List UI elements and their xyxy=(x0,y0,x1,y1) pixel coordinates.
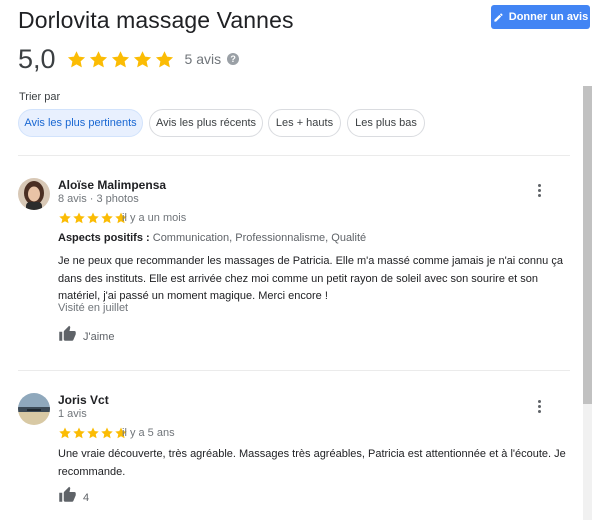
aspects-label: Aspects positifs : xyxy=(58,232,150,244)
review-aspects: Aspects positifs : Communication, Profes… xyxy=(58,232,366,244)
review-stars xyxy=(58,211,128,225)
star-icon xyxy=(67,50,85,67)
scrollbar-thumb[interactable] xyxy=(583,86,592,404)
like-button[interactable]: 4 xyxy=(58,486,89,509)
star-icon xyxy=(87,212,99,224)
star-icon xyxy=(73,212,85,224)
star-icon xyxy=(89,50,107,67)
pencil-icon xyxy=(493,12,504,23)
star-icon xyxy=(59,212,71,224)
more-options-icon[interactable] xyxy=(537,184,541,197)
write-review-button[interactable]: Donner un avis xyxy=(491,5,590,29)
star-icon xyxy=(111,50,129,67)
page-title: Dorlovita massage Vannes xyxy=(18,7,294,33)
sort-chip-relevant[interactable]: Avis les plus pertinents xyxy=(18,109,143,137)
reviewer-meta: 8 avis · 3 photos xyxy=(58,193,139,205)
sort-label: Trier par xyxy=(19,91,61,103)
visit-date: Visité en juillet xyxy=(58,302,129,314)
like-button[interactable]: J'aime xyxy=(58,325,114,348)
sort-chip-recent[interactable]: Avis les plus récents xyxy=(149,109,263,137)
star-icon xyxy=(59,427,71,439)
reviewer-name[interactable]: Joris Vct xyxy=(58,393,109,407)
aspects-value: Communication, Professionnalisme, Qualit… xyxy=(152,232,367,244)
sort-chip-lowest[interactable]: Les plus bas xyxy=(347,109,425,137)
like-label: J'aime xyxy=(83,330,115,343)
review-date: il y a 5 ans xyxy=(122,427,175,439)
star-icon xyxy=(101,427,113,439)
rating-value: 5,0 xyxy=(18,43,56,74)
sort-chip-highest[interactable]: Les + hauts xyxy=(268,109,341,137)
review-text: Une vraie découverte, très agréable. Mas… xyxy=(58,448,566,478)
reviewer-meta: 1 avis xyxy=(58,408,87,420)
thumbs-up-icon xyxy=(58,486,77,509)
star-icon xyxy=(73,427,85,439)
review-stars xyxy=(58,426,128,440)
more-options-icon[interactable] xyxy=(537,400,541,413)
star-icon xyxy=(87,427,99,439)
avatar[interactable] xyxy=(18,178,50,210)
write-review-label: Donner un avis xyxy=(508,11,589,23)
thumbs-up-icon xyxy=(58,325,77,348)
star-icon xyxy=(155,50,173,67)
divider xyxy=(18,155,570,156)
review-text: Je ne peux que recommander les massages … xyxy=(58,255,563,302)
like-count: 4 xyxy=(83,491,90,504)
avatar[interactable] xyxy=(18,393,50,425)
divider xyxy=(18,370,570,371)
review-count[interactable]: 5 avis xyxy=(185,51,222,67)
star-icon xyxy=(101,212,113,224)
overall-rating: 5,0 5 avis ? xyxy=(18,43,240,75)
reviewer-name[interactable]: Aloïse Malimpensa xyxy=(58,178,166,192)
overall-stars xyxy=(66,49,175,70)
star-icon xyxy=(133,50,151,67)
review-date: il y a un mois xyxy=(122,212,187,224)
help-icon[interactable]: ? xyxy=(227,53,240,65)
